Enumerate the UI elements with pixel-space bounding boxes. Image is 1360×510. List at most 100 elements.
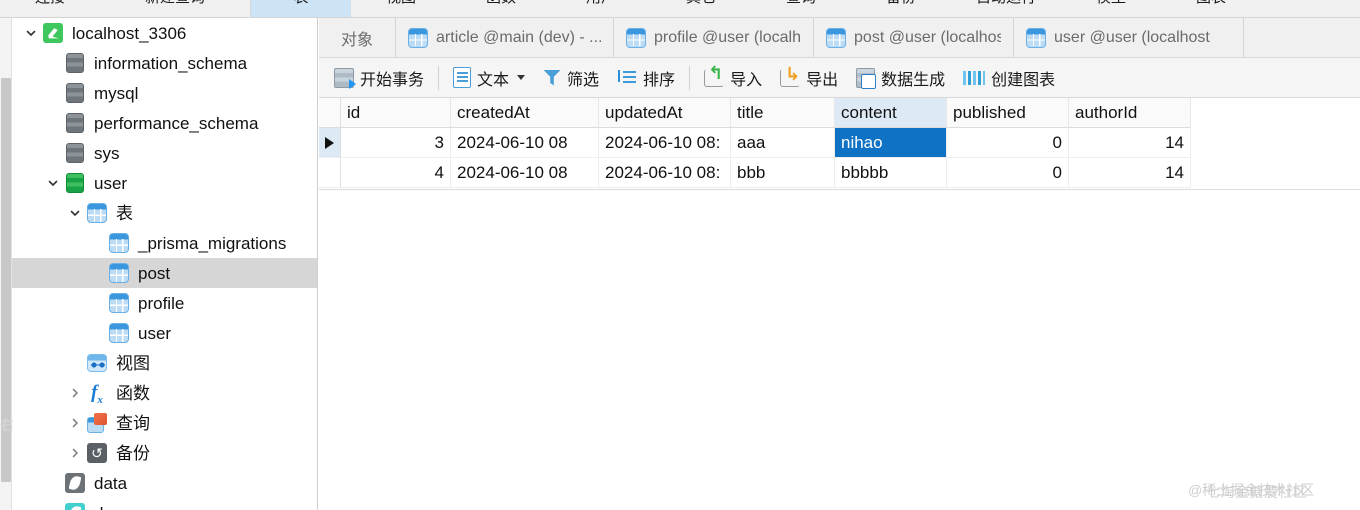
tree-item-[interactable]: 查询	[12, 408, 317, 438]
ribbon-item-6[interactable]: 其它	[651, 0, 751, 17]
twisty-right[interactable]	[64, 417, 86, 429]
tab-objects-label: 对象	[341, 31, 374, 49]
tab-strip[interactable]: 对象 article @main (dev) - ... profile @use…	[319, 18, 1360, 58]
mysql-dolphin-icon	[43, 23, 63, 43]
data-grid[interactable]: id createdAt updatedAt title content publishe…	[319, 98, 1360, 190]
tree-item-user[interactable]: user	[12, 318, 317, 348]
twisty-right[interactable]	[64, 387, 86, 399]
column-header-id[interactable]: id	[341, 98, 451, 128]
cell-updatedAt[interactable]: 2024-06-10 08:	[599, 128, 731, 158]
toolbar-数据生成[interactable]: 数据生成	[847, 63, 954, 93]
toolbar-创建图表[interactable]: 创建图表	[954, 63, 1064, 93]
database-icon	[64, 52, 86, 74]
toolbar-导出[interactable]: 导出	[771, 63, 847, 93]
database-icon	[64, 82, 86, 104]
cell-content[interactable]: bbbbb	[835, 158, 947, 188]
column-header-updatedAt[interactable]: updatedAt	[599, 98, 731, 128]
column-header-content[interactable]: content	[835, 98, 947, 128]
tree-item-dev[interactable]: dev	[12, 498, 317, 510]
ribbon-item-8[interactable]: 备份	[851, 0, 951, 17]
table-row[interactable]: 3 2024-06-10 08 2024-06-10 08: aaa nihao 0 14	[319, 128, 1360, 158]
ribbon-item-10[interactable]: 模型	[1061, 0, 1161, 17]
toolbar-排序[interactable]: 排序	[608, 63, 684, 93]
table-row[interactable]: 4 2024-06-10 08 2024-06-10 08: bbb bbbbb 0 14	[319, 158, 1360, 188]
scrollbar-thumb[interactable]	[1, 78, 11, 482]
tree-item-mysql[interactable]: mysql	[12, 78, 317, 108]
tree-item-label: sys	[94, 143, 120, 163]
tree-item-profile[interactable]: profile	[12, 288, 317, 318]
table-icon	[108, 322, 130, 344]
ribbon-item-2[interactable]: 表	[251, 0, 351, 17]
tab-2[interactable]: post @user (localhost...	[814, 18, 1015, 57]
ribbon-item-3[interactable]: 视图	[351, 0, 451, 17]
table-icon	[109, 233, 129, 253]
grid-toolbar[interactable]: 开始事务 文本 筛选 排序 导入 导出 数据生成 创建图表	[319, 58, 1360, 98]
ribbon-item-4[interactable]: 函数	[451, 0, 551, 17]
filter-icon	[543, 69, 561, 87]
tab-label: post @user (localhost...	[854, 28, 1001, 46]
tree-item-sys[interactable]: sys	[12, 138, 317, 168]
ribbon-item-9[interactable]: 自动运行	[951, 0, 1061, 17]
column-header-createdAt[interactable]: createdAt	[451, 98, 599, 128]
cell-title[interactable]: bbb	[731, 158, 835, 188]
tree-item-information_schema[interactable]: information_schema	[12, 48, 317, 78]
toolbar-文本[interactable]: 文本	[444, 63, 534, 93]
cell-title[interactable]: aaa	[731, 128, 835, 158]
tree-item-[interactable]: 表	[12, 198, 317, 228]
row-selector[interactable]	[319, 128, 341, 158]
row-selector[interactable]	[319, 158, 341, 188]
tree-item-performance_schema[interactable]: performance_schema	[12, 108, 317, 138]
chevron-down-icon[interactable]	[517, 75, 526, 80]
tree-item-[interactable]: ↺ 备份	[12, 438, 317, 468]
tree-item-post[interactable]: post	[12, 258, 317, 288]
tree-item-[interactable]: fx 函数	[12, 378, 317, 408]
tree-item-data[interactable]: data	[12, 468, 317, 498]
table-icon	[109, 323, 129, 343]
object-tree-sidebar[interactable]: localhost_3306 information_schema mysql per…	[12, 18, 318, 510]
twisty-right[interactable]	[64, 447, 86, 459]
cell-createdAt[interactable]: 2024-06-10 08	[451, 128, 599, 158]
tree-item-label: 备份	[116, 443, 150, 463]
toolbar-筛选[interactable]: 筛选	[534, 63, 608, 93]
cell-published[interactable]: 0	[947, 158, 1069, 188]
toolbar-导入[interactable]: 导入	[695, 63, 771, 93]
table-icon	[108, 292, 130, 314]
import-icon	[704, 63, 725, 87]
tab-1[interactable]: profile @user (localh...	[614, 18, 815, 57]
twisty-down[interactable]	[64, 207, 86, 219]
column-header-title[interactable]: title	[731, 98, 835, 128]
cell-authorId[interactable]: 14	[1069, 158, 1191, 188]
tree-item-localhost_3306[interactable]: localhost_3306	[12, 18, 317, 48]
tab-objects[interactable]: 对象	[319, 18, 397, 57]
cell-authorId[interactable]: 14	[1069, 128, 1191, 158]
cell-id[interactable]: 4	[341, 158, 451, 188]
cell-updatedAt[interactable]: 2024-06-10 08:	[599, 158, 731, 188]
tab-0[interactable]: article @main (dev) - ...	[396, 18, 615, 57]
ribbon-item-0[interactable]: 连接	[0, 0, 100, 17]
cell-published[interactable]: 0	[947, 128, 1069, 158]
twisty-down[interactable]	[42, 177, 64, 189]
ribbon-bar: 连接新建查询表视图函数用户其它查询备份自动运行模型图表	[0, 0, 1360, 18]
column-header-published[interactable]: published	[947, 98, 1069, 128]
cell-id[interactable]: 3	[341, 128, 451, 158]
ribbon-item-5[interactable]: 用户	[551, 0, 651, 17]
leaf-icon	[64, 472, 86, 494]
tree-item-_prisma_migrations[interactable]: _prisma_migrations	[12, 228, 317, 258]
window-vertical-scrollbar[interactable]	[0, 18, 12, 510]
cell-content[interactable]: nihao	[835, 128, 947, 158]
ribbon-item-7[interactable]: 查询	[751, 0, 851, 17]
tree-item-user[interactable]: user	[12, 168, 317, 198]
ribbon-item-1[interactable]: 新建查询	[100, 0, 250, 17]
ribbon-item-11[interactable]: 图表	[1161, 0, 1261, 17]
tree-item-[interactable]: 视图	[12, 348, 317, 378]
column-header-authorId[interactable]: authorId	[1069, 98, 1191, 128]
tree-item-label: post	[138, 263, 171, 283]
create-chart-icon	[963, 69, 985, 87]
toolbar-开始事务[interactable]: 开始事务	[325, 63, 433, 93]
cell-createdAt[interactable]: 2024-06-10 08	[451, 158, 599, 188]
tree-item-label: _prisma_migrations	[138, 233, 287, 253]
database-active-icon	[66, 173, 84, 193]
twisty-down[interactable]	[20, 27, 42, 39]
tab-3[interactable]: user @user (localhost	[1014, 18, 1245, 57]
filter-icon	[543, 69, 561, 87]
